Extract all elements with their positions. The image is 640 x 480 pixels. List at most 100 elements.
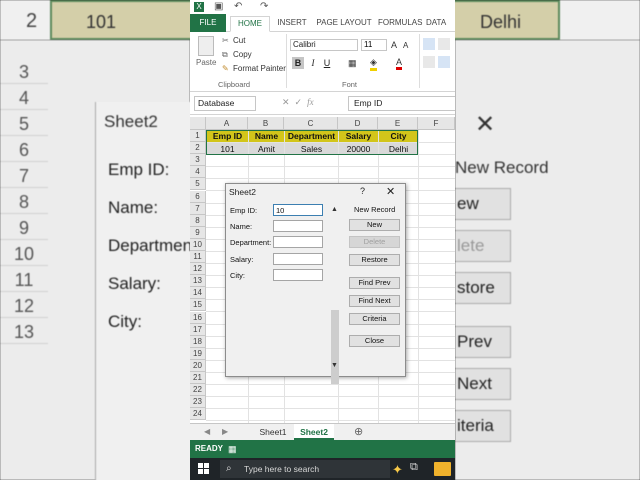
align-left-icon[interactable] (423, 56, 435, 68)
row-header[interactable]: 8 (190, 214, 206, 227)
row-header[interactable]: 23 (190, 396, 206, 409)
column-header[interactable]: D (338, 117, 378, 130)
italic-button[interactable]: I (307, 57, 319, 69)
underline-button[interactable]: U (321, 57, 333, 69)
row-header[interactable]: 18 (190, 335, 206, 348)
formula-input[interactable]: Emp ID (348, 96, 455, 111)
row-header[interactable]: 10 (190, 238, 206, 251)
paste-button-label[interactable]: Paste (196, 58, 216, 67)
align-center-icon[interactable] (438, 56, 450, 68)
column-header[interactable]: F (418, 117, 455, 130)
tab-formulas[interactable]: FORMULAS (378, 16, 422, 32)
tab-insert[interactable]: INSERT (276, 16, 308, 32)
redo-icon[interactable]: ↷ (260, 1, 268, 12)
column-header[interactable]: A (206, 117, 248, 130)
ribbon-home: Paste ✂ Cut ⧉ Copy ✎ Format Painter Clip… (190, 32, 455, 92)
row-header[interactable]: 14 (190, 287, 206, 300)
background-row-number: 2 (26, 10, 38, 32)
add-sheet-icon[interactable]: ⊕ (354, 425, 363, 438)
row-header[interactable]: 12 (190, 263, 206, 276)
task-view-icon[interactable]: ⧉ (410, 461, 418, 474)
font-size-select[interactable]: 11 (361, 39, 387, 51)
scroll-left-icon[interactable]: ◀ (204, 427, 210, 436)
find-prev-button[interactable]: Find Prev (349, 277, 400, 289)
background-row-number: 3 (0, 60, 48, 84)
align-middle-icon[interactable] (438, 38, 450, 50)
background-button: Next (455, 368, 511, 400)
file-explorer-icon[interactable] (434, 462, 451, 476)
bold-button[interactable]: B (292, 57, 304, 69)
emp-id-field[interactable] (273, 204, 323, 216)
scroll-right-icon[interactable]: ▶ (222, 427, 228, 436)
grow-font-icon[interactable]: A (391, 40, 397, 50)
row-header[interactable]: 15 (190, 299, 206, 312)
sheet-tab-sheet2[interactable]: Sheet2 (294, 424, 334, 440)
paste-icon[interactable] (198, 36, 214, 56)
close-button[interactable]: Close (349, 335, 400, 347)
clipboard-group-label: Clipboard (218, 80, 251, 89)
align-top-icon[interactable] (423, 38, 435, 50)
row-header[interactable]: 3 (190, 154, 206, 167)
background-row-number: 10 (0, 242, 48, 266)
row-header[interactable]: 4 (190, 166, 206, 179)
save-icon[interactable]: ▣ (214, 1, 223, 12)
row-header[interactable]: 19 (190, 347, 206, 360)
select-all-corner[interactable] (190, 117, 206, 130)
row-header[interactable]: 13 (190, 275, 206, 288)
delete-button[interactable]: Delete (349, 236, 400, 248)
department-field[interactable] (273, 236, 323, 248)
row-header[interactable]: 24 (190, 408, 206, 421)
row-header[interactable]: 16 (190, 311, 206, 324)
row-header[interactable]: 7 (190, 202, 206, 215)
font-name-select[interactable]: Calibri (290, 39, 358, 51)
background-button: Prev (455, 326, 511, 358)
row-header[interactable]: 6 (190, 190, 206, 203)
name-field[interactable] (273, 220, 323, 232)
macro-record-icon[interactable]: ▦ (228, 440, 237, 458)
grid-line (418, 130, 419, 423)
new-button[interactable]: New (349, 219, 400, 231)
column-header[interactable]: B (248, 117, 284, 130)
font-color-icon[interactable]: A (396, 57, 403, 70)
chevron-up-icon[interactable]: ▲ (331, 206, 338, 213)
row-header[interactable]: 5 (190, 178, 206, 191)
row-header[interactable]: 2 (190, 142, 206, 155)
name-box[interactable]: Database (194, 96, 256, 111)
cut-button[interactable]: Cut (233, 36, 245, 45)
column-header[interactable]: E (378, 117, 418, 130)
row-header[interactable]: 22 (190, 384, 206, 397)
row-header[interactable]: 20 (190, 359, 206, 372)
find-next-button[interactable]: Find Next (349, 295, 400, 307)
background-row-number: 7 (0, 164, 48, 188)
tab-page-layout[interactable]: PAGE LAYOUT (314, 16, 374, 32)
restore-button[interactable]: Restore (349, 254, 400, 266)
close-icon[interactable]: ✕ (386, 185, 395, 198)
scrollbar-thumb[interactable] (331, 310, 339, 384)
row-header[interactable]: 1 (190, 130, 206, 142)
background-button: ew (455, 188, 511, 220)
taskbar-search-input[interactable]: ⌕ Type here to search ✦ (220, 460, 403, 478)
windows-start-icon[interactable] (198, 463, 209, 474)
borders-icon[interactable]: ▦ (348, 58, 357, 69)
tab-data[interactable]: DATA (426, 16, 455, 32)
shrink-font-icon[interactable]: A (403, 41, 408, 50)
sheet-tab-sheet1[interactable]: Sheet1 (254, 424, 292, 440)
tab-home[interactable]: HOME (230, 16, 270, 32)
row-header[interactable]: 17 (190, 323, 206, 336)
city-field[interactable] (273, 269, 323, 281)
tab-file[interactable]: FILE (190, 14, 226, 32)
row-header[interactable]: 9 (190, 226, 206, 239)
criteria-button[interactable]: Criteria (349, 313, 400, 325)
undo-icon[interactable]: ↶ (234, 1, 242, 12)
salary-field[interactable] (273, 253, 323, 265)
format-painter-button[interactable]: Format Painter (233, 64, 286, 73)
row-header[interactable]: 11 (190, 251, 206, 263)
help-icon[interactable]: ? (360, 186, 365, 196)
copy-button[interactable]: Copy (233, 50, 252, 59)
formula-bar: Database ✕ ✓ fx Emp ID (190, 93, 455, 115)
fill-color-icon[interactable]: ◈ (370, 57, 377, 71)
column-header[interactable]: C (284, 117, 338, 130)
row-header[interactable]: 21 (190, 372, 206, 384)
chevron-down-icon[interactable]: ▼ (331, 362, 338, 369)
record-scrollbar[interactable]: ▲ ▼ (330, 206, 340, 384)
